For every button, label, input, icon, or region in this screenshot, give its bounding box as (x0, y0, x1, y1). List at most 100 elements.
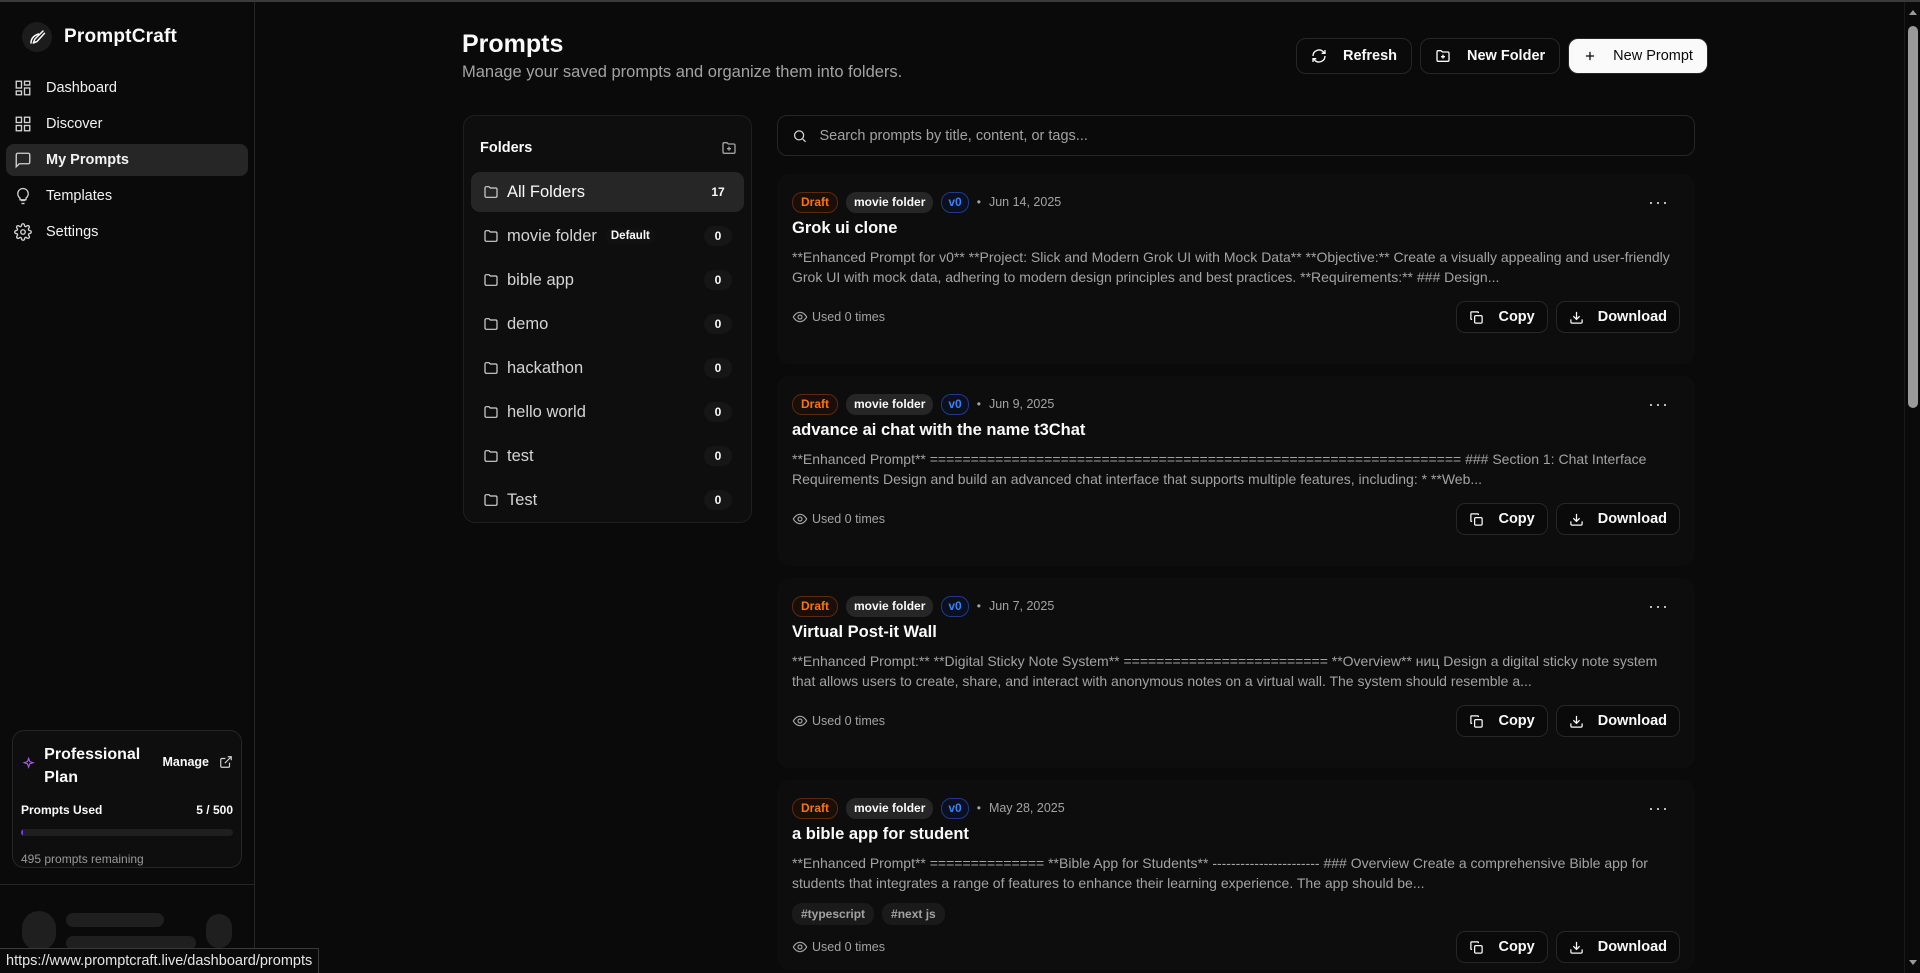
nav-item-dashboard[interactable]: Dashboard (6, 72, 248, 104)
prompts-used-value: 5 / 500 (196, 803, 233, 817)
prompt-list: Draft movie folder v0 • Jun 14, 2025 ··· Grok … (777, 174, 1695, 973)
logo-icon (22, 22, 52, 52)
folder-item[interactable]: bible app 0 (471, 260, 744, 300)
nav-label: My Prompts (46, 152, 129, 168)
folder-item[interactable]: All Folders 17 (471, 172, 744, 212)
tag-chip[interactable]: #typescript (792, 903, 875, 925)
nav-label: Templates (46, 188, 113, 204)
plan-title: Professional Plan (44, 746, 141, 786)
refresh-icon (1312, 49, 1326, 63)
scroll-thumb[interactable] (1908, 26, 1918, 408)
prompt-card[interactable]: Draft movie folder v0 • May 28, 2025 ··· a bib… (777, 780, 1695, 970)
new-prompt-button[interactable]: New Prompt (1568, 38, 1708, 74)
download-icon (1569, 715, 1583, 728)
download-button[interactable]: Download (1555, 503, 1680, 535)
prompt-preview: **Enhanced Prompt** ====================… (792, 451, 1647, 487)
folder-item[interactable]: movie folder Default 0 (471, 216, 744, 256)
copy-icon (1470, 310, 1484, 324)
folder-plus-icon (1436, 50, 1450, 62)
refresh-label: Refresh (1343, 48, 1397, 64)
tag-chip[interactable]: #next js (882, 903, 945, 925)
status-badge: Draft (792, 797, 839, 819)
scroll-up-arrow[interactable] (1909, 10, 1917, 15)
more-options-icon[interactable]: ··· (1648, 192, 1669, 213)
prompt-date: Jun 7, 2025 (988, 599, 1055, 613)
prompt-card[interactable]: Draft movie folder v0 • Jun 9, 2025 ··· advanc… (777, 376, 1695, 566)
nav-item-discover[interactable]: Discover (6, 108, 248, 140)
nav-label: Dashboard (46, 80, 117, 96)
usage-progress-bar (21, 829, 233, 836)
folder-item[interactable]: demo 0 (471, 304, 744, 344)
prompt-title[interactable]: Virtual Post-it Wall (792, 623, 1679, 642)
copy-label: Copy (1498, 511, 1535, 527)
folder-item[interactable]: hello world 0 (471, 392, 744, 432)
page-subtitle: Manage your saved prompts and organize t… (462, 63, 903, 81)
prompt-date: May 28, 2025 (988, 801, 1065, 815)
copy-button[interactable]: Copy (1456, 301, 1548, 333)
manage-label: Manage (162, 755, 209, 769)
nav-item-my-prompts[interactable]: My Prompts (6, 144, 248, 176)
folder-plus-icon[interactable] (721, 140, 737, 156)
manage-plan-button[interactable]: Manage (162, 755, 233, 769)
prompt-title[interactable]: a bible app for student (792, 825, 1679, 844)
prompts-used-label: Prompts Used (21, 803, 103, 817)
download-button[interactable]: Download (1555, 301, 1680, 333)
folder-icon (484, 186, 498, 198)
folder-name: All Folders (507, 182, 585, 201)
prompt-meta: Draft movie folder v0 • Jun 7, 2025 (792, 595, 1679, 617)
copy-icon (1470, 940, 1484, 954)
name-skeleton (66, 913, 164, 927)
nav-item-templates[interactable]: Templates (6, 180, 248, 212)
nav-item-settings[interactable]: Settings (6, 216, 248, 248)
lightbulb-icon (17, 187, 29, 205)
prompt-title[interactable]: advance ai chat with the name t3Chat (792, 421, 1679, 440)
folder-icon (484, 274, 498, 286)
folder-icon (484, 406, 498, 418)
folder-item[interactable]: hackathon 0 (471, 348, 744, 388)
new-folder-button[interactable]: New Folder (1420, 38, 1561, 74)
folders-title: Folders (480, 140, 533, 156)
folder-item[interactable]: test 0 (471, 436, 744, 476)
sidebar: PromptCraft Dashboard Discover My Prompt… (0, 2, 255, 973)
folder-count: 0 (704, 402, 732, 422)
download-icon (1569, 513, 1583, 526)
more-options-icon[interactable]: ··· (1648, 798, 1669, 819)
prompt-title[interactable]: Grok ui clone (792, 219, 1679, 238)
folder-count: 17 (711, 185, 725, 199)
download-label: Download (1597, 309, 1667, 325)
scroll-down-arrow[interactable] (1909, 960, 1917, 965)
plus-icon (1586, 51, 1595, 61)
more-options-icon[interactable]: ··· (1648, 596, 1669, 617)
copy-button[interactable]: Copy (1456, 931, 1548, 963)
copy-button[interactable]: Copy (1456, 705, 1548, 737)
usage-label: Used 0 times (812, 940, 885, 954)
usage-label: Used 0 times (812, 512, 885, 526)
folder-badge: movie folder (846, 797, 934, 819)
new-prompt-label: New Prompt (1613, 48, 1693, 64)
brand[interactable]: PromptCraft (0, 2, 254, 54)
folder-count: 0 (704, 314, 732, 334)
eye-icon (792, 715, 808, 727)
folder-icon (484, 362, 498, 374)
prompt-card[interactable]: Draft movie folder v0 • Jun 7, 2025 ··· Virtua… (777, 578, 1695, 768)
folder-count: 0 (704, 446, 732, 466)
sparkles-icon (22, 756, 35, 769)
refresh-button[interactable]: Refresh (1296, 38, 1412, 74)
page-scrollbar[interactable] (1904, 2, 1920, 973)
eye-icon (792, 311, 808, 323)
version-badge: v0 (941, 595, 969, 617)
grid-icon (15, 116, 31, 132)
copy-icon (1470, 714, 1484, 728)
copy-button[interactable]: Copy (1456, 503, 1548, 535)
download-button[interactable]: Download (1555, 705, 1680, 737)
prompt-card[interactable]: Draft movie folder v0 • Jun 14, 2025 ··· Grok … (777, 174, 1695, 364)
separator-dot: • (976, 397, 981, 411)
more-options-icon[interactable]: ··· (1648, 394, 1669, 415)
folders-panel: Folders All Folders 17 movie folder Default… (463, 115, 752, 523)
main-nav: Dashboard Discover My Prompts Templates … (0, 72, 254, 248)
search-input[interactable] (819, 127, 1680, 144)
folder-item[interactable]: Test 0 (471, 480, 744, 520)
prompt-preview: **Enhanced Prompt** ============== **Bib… (792, 855, 1648, 891)
download-button[interactable]: Download (1555, 931, 1680, 963)
page-title: Prompts (462, 30, 564, 58)
